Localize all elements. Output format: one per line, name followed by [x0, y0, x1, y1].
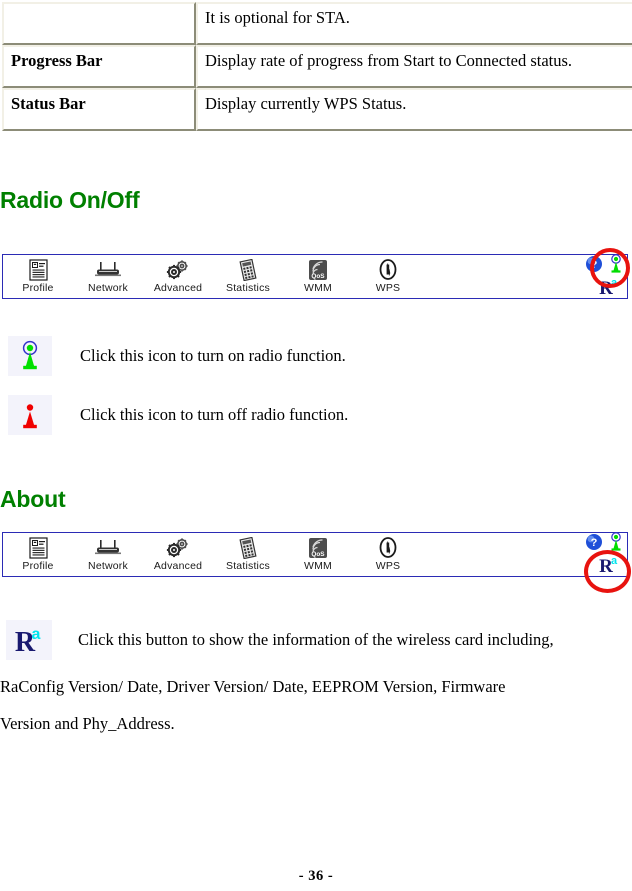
- table-row: Status Bar Display currently WPS Status.: [2, 88, 632, 131]
- toolbar-item-wmm[interactable]: QoS WMM: [283, 533, 353, 572]
- table-cell-description: Display rate of progress from Start to C…: [196, 45, 632, 88]
- toolbar-items: Profile Network Advanced Statistics QoS …: [3, 255, 423, 298]
- radio-off-icon[interactable]: [8, 395, 52, 435]
- toolbar-item-label: Network: [88, 560, 128, 572]
- about-text-line-1: Click this button to show the informatio…: [78, 630, 554, 649]
- toolbar-item-profile[interactable]: Profile: [3, 533, 73, 572]
- toolbar-item-wps[interactable]: WPS: [353, 533, 423, 572]
- toolbar-item-label: WPS: [375, 282, 401, 294]
- statistics-icon: [237, 536, 259, 559]
- table-row: It is optional for STA.: [2, 2, 632, 45]
- toolbar-right-row-top: ?: [585, 254, 625, 277]
- svg-text:a: a: [32, 626, 41, 643]
- svg-text:QoS: QoS: [311, 273, 325, 280]
- toolbar-right-row-bottom: R a: [597, 555, 625, 577]
- toolbar-item-network[interactable]: Network: [73, 255, 143, 294]
- about-description-block: R a Click this button to show the inform…: [0, 620, 632, 734]
- toolbar-item-wmm[interactable]: QoS WMM: [283, 255, 353, 294]
- table-body: It is optional for STA. Progress Bar Dis…: [2, 2, 632, 131]
- profile-icon: [28, 536, 48, 559]
- toolbar-item-label: Statistics: [225, 560, 270, 572]
- svg-text:a: a: [611, 277, 618, 289]
- ralink-about-icon[interactable]: R a: [597, 276, 621, 301]
- legend-text-radio-off: Click this icon to turn off radio functi…: [80, 405, 349, 424]
- toolbar-item-label: Network: [88, 282, 128, 294]
- table-cell-label: Status Bar: [2, 88, 196, 131]
- legend-row-radio-off: Click this icon to turn off radio functi…: [8, 395, 348, 435]
- network-icon: [93, 258, 123, 281]
- toolbar-item-advanced[interactable]: Advanced: [143, 255, 213, 294]
- about-text-line-3: Version and Phy_Address.: [0, 714, 175, 733]
- legend-text-radio-on: Click this icon to turn on radio functio…: [80, 346, 346, 365]
- svg-text:a: a: [611, 555, 618, 567]
- table-cell-label: [2, 2, 196, 45]
- toolbar-item-network[interactable]: Network: [73, 533, 143, 572]
- section-heading-radio-on-off: Radio On/Off: [0, 187, 140, 213]
- page-number-footer: - 36 -: [298, 868, 334, 884]
- toolbar-item-label: Advanced: [153, 282, 203, 294]
- wps-icon: [377, 536, 399, 559]
- svg-text:?: ?: [591, 259, 598, 271]
- toolbar-item-advanced[interactable]: Advanced: [143, 533, 213, 572]
- toolbar-item-label: Profile: [22, 282, 54, 294]
- ralink-about-icon[interactable]: R a: [6, 620, 52, 660]
- legend-row-radio-on: Click this icon to turn on radio functio…: [8, 336, 346, 376]
- toolbar-item-profile[interactable]: Profile: [3, 255, 73, 294]
- toolbar-item-label: WMM: [303, 560, 332, 572]
- svg-text:QoS: QoS: [311, 551, 325, 558]
- table-cell-description: Display currently WPS Status.: [196, 88, 632, 131]
- ralink-about-icon[interactable]: R a: [597, 554, 621, 579]
- toolbar-item-label: WMM: [303, 282, 332, 294]
- wmm-qos-icon: QoS: [307, 258, 329, 281]
- toolbar-right-row-bottom: R a: [597, 277, 625, 299]
- utility-toolbar-about: Profile Network Advanced Statistics QoS …: [2, 532, 628, 577]
- about-text-line-2: RaConfig Version/ Date, Driver Version/ …: [0, 677, 506, 696]
- wps-description-table: It is optional for STA. Progress Bar Dis…: [2, 2, 632, 131]
- toolbar-items: Profile Network Advanced Statistics QoS …: [3, 533, 423, 576]
- advanced-icon: [165, 536, 191, 559]
- section-heading-about: About: [0, 486, 66, 512]
- toolbar-item-label: WPS: [375, 560, 401, 572]
- toolbar-item-wps[interactable]: WPS: [353, 255, 423, 294]
- utility-toolbar-radio: Profile Network Advanced Statistics QoS …: [2, 254, 628, 299]
- toolbar-item-statistics[interactable]: Statistics: [213, 255, 283, 294]
- wps-icon: [377, 258, 399, 281]
- radio-on-icon[interactable]: [8, 336, 52, 376]
- table-cell-description: It is optional for STA.: [196, 2, 632, 45]
- profile-icon: [28, 258, 48, 281]
- toolbar-item-label: Profile: [22, 560, 54, 572]
- statistics-icon: [237, 258, 259, 281]
- toolbar-item-label: Advanced: [153, 560, 203, 572]
- svg-text:?: ?: [591, 537, 598, 549]
- toolbar-item-statistics[interactable]: Statistics: [213, 533, 283, 572]
- about-line-first: R a Click this button to show the inform…: [0, 620, 632, 660]
- network-icon: [93, 536, 123, 559]
- table-cell-label: Progress Bar: [2, 45, 196, 88]
- toolbar-right-row-top: ?: [585, 532, 625, 555]
- toolbar-right-cluster: ? R a: [585, 532, 625, 577]
- advanced-icon: [165, 258, 191, 281]
- table-row: Progress Bar Display rate of progress fr…: [2, 45, 632, 88]
- toolbar-item-label: Statistics: [225, 282, 270, 294]
- toolbar-right-cluster: ? R a: [585, 254, 625, 299]
- wmm-qos-icon: QoS: [307, 536, 329, 559]
